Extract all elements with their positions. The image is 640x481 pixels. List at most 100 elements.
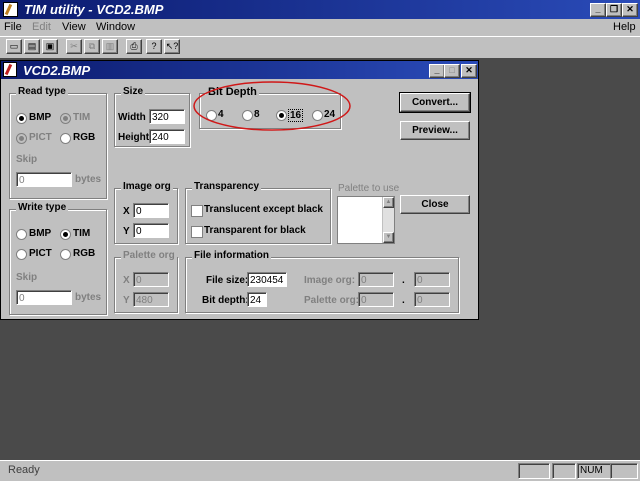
translucent-label: Translucent except black (204, 204, 323, 215)
palette-scrollbar[interactable]: ▲ ▼ (382, 197, 394, 243)
write-rgb-label: RGB (73, 248, 96, 259)
dialog-title: VCD2.BMP (23, 63, 91, 78)
read-rgb-radio[interactable] (60, 133, 71, 144)
menu-bar: File Edit View Window Help (0, 20, 640, 36)
palette-org-info-y: 0 (414, 292, 450, 307)
file-size-value: 230454 (247, 272, 287, 287)
dialog-minimize-icon[interactable]: _ (429, 64, 445, 78)
write-pict-label: PICT (29, 248, 52, 259)
restore-icon[interactable]: ❐ (606, 3, 622, 17)
dialog-maximize-icon[interactable]: □ (444, 64, 460, 78)
write-type-group: Write type BMP TIM PICT RGB Skip 0 bytes (9, 202, 107, 315)
read-tim-label: TIM (73, 112, 91, 123)
read-pict-radio[interactable] (16, 133, 27, 144)
palette-org-x-label: X (123, 275, 130, 286)
image-org-sep: . (402, 275, 405, 286)
image-org-x-label: X (123, 206, 130, 217)
status-pane-4 (610, 463, 638, 479)
file-information-group: File information File size: 230454 Bit d… (185, 250, 459, 313)
palette-org-y-input[interactable]: 480 (133, 292, 169, 307)
save-icon[interactable]: ▣ (42, 39, 58, 54)
image-org-x-input[interactable]: 0 (133, 203, 169, 218)
new-icon[interactable]: ▭ (6, 39, 22, 54)
dialog-window: VCD2.BMP _ □ ✕ Read type BMP TIM PICT RG… (0, 60, 479, 320)
translucent-checkbox[interactable] (191, 205, 203, 217)
write-bytes-label: bytes (75, 292, 102, 303)
read-bytes-label: bytes (75, 174, 102, 185)
file-size-label: File size: (206, 275, 249, 286)
about-icon[interactable]: ? (146, 39, 162, 54)
width-label: Width (118, 112, 146, 123)
transparent-black-label: Transparent for black (204, 225, 306, 236)
write-bmp-radio[interactable] (16, 229, 27, 240)
palette-org-sep: . (402, 295, 405, 306)
read-skip-label: Skip (16, 154, 38, 165)
height-label: Height (118, 132, 150, 143)
close-icon[interactable]: ✕ (622, 3, 638, 17)
cut-icon[interactable]: ✂ (66, 39, 82, 54)
image-org-group: Image org X 0 Y 0 (114, 181, 178, 244)
image-org-y-label: Y (123, 226, 130, 237)
height-input[interactable]: 240 (149, 129, 185, 144)
menu-window[interactable]: Window (96, 21, 135, 33)
open-icon[interactable]: ▤ (24, 39, 40, 54)
image-org-info-y: 0 (414, 272, 450, 287)
context-help-icon[interactable]: ↖? (164, 39, 180, 54)
palette-org-x-input[interactable]: 0 (133, 272, 169, 287)
palette-org-info-label: Palette org: (304, 295, 360, 306)
transparency-group: Transparency Translucent except black Tr… (185, 181, 331, 244)
file-information-label: File information (192, 250, 271, 261)
palette-org-label: Palette org (121, 250, 177, 261)
palette-org-y-label: Y (123, 295, 130, 306)
status-pane-2 (552, 463, 576, 479)
write-tim-label: TIM (73, 228, 91, 239)
write-skip-input[interactable]: 0 (16, 290, 72, 305)
print-icon[interactable]: ⎙ (126, 39, 142, 54)
minimize-icon[interactable]: _ (590, 3, 606, 17)
palette-list[interactable]: ▲ ▼ (337, 196, 395, 244)
app-title: TIM utility - VCD2.BMP (24, 2, 164, 17)
read-tim-radio[interactable] (60, 113, 71, 124)
paste-icon[interactable]: ▥ (102, 39, 118, 54)
menu-help[interactable]: Help (613, 21, 636, 33)
palette-org-info-x: 0 (358, 292, 394, 307)
palette-org-group: Palette org X 0 Y 480 (114, 250, 178, 313)
preview-button[interactable]: Preview... (400, 121, 470, 140)
app-icon[interactable] (3, 2, 18, 17)
read-pict-label: PICT (29, 132, 52, 143)
read-bmp-label: BMP (29, 112, 52, 123)
read-type-label: Read type (16, 86, 68, 97)
menu-edit[interactable]: Edit (32, 21, 51, 33)
convert-button[interactable]: Convert... (399, 92, 471, 113)
transparent-black-checkbox[interactable] (191, 226, 203, 238)
bit-depth-info-label: Bit depth: (202, 295, 249, 306)
palette-to-use-label: Palette to use (338, 183, 400, 194)
scroll-down-icon[interactable]: ▼ (383, 232, 394, 243)
close-button[interactable]: Close (400, 195, 470, 214)
write-pict-radio[interactable] (16, 249, 27, 260)
read-skip-input[interactable]: 0 (16, 172, 72, 187)
menu-view[interactable]: View (62, 21, 86, 33)
image-org-label: Image org (121, 181, 173, 192)
app-title-bar: TIM utility - VCD2.BMP _ ❐ ✕ (0, 0, 640, 19)
status-num-indicator: NUM (577, 463, 611, 479)
dialog-title-bar: VCD2.BMP _ □ ✕ (1, 61, 478, 79)
dialog-icon[interactable] (3, 62, 17, 77)
write-rgb-radio[interactable] (60, 249, 71, 260)
write-bmp-label: BMP (29, 228, 52, 239)
width-input[interactable]: 320 (149, 109, 185, 124)
read-bmp-radio[interactable] (16, 113, 27, 124)
image-org-y-input[interactable]: 0 (133, 223, 169, 238)
write-skip-label: Skip (16, 272, 38, 283)
write-tim-radio[interactable] (60, 229, 71, 240)
size-group: Size Width 320 Height 240 (114, 86, 190, 147)
size-label: Size (121, 86, 146, 97)
read-rgb-label: RGB (73, 132, 96, 143)
menu-file[interactable]: File (4, 21, 22, 33)
image-org-info-x: 0 (358, 272, 394, 287)
dialog-close-icon[interactable]: ✕ (461, 64, 477, 78)
scroll-up-icon[interactable]: ▲ (383, 197, 394, 208)
read-type-group: Read type BMP TIM PICT RGB Skip 0 bytes (9, 86, 107, 199)
status-text: Ready (8, 464, 40, 476)
copy-icon[interactable]: ⧉ (84, 39, 100, 54)
